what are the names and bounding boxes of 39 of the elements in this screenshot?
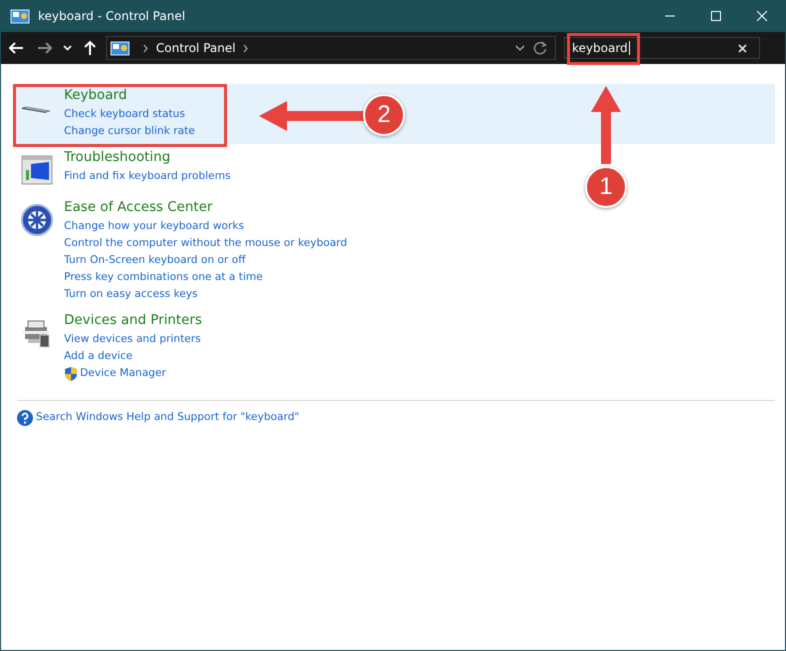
clear-icon[interactable] <box>738 44 747 52</box>
task-link[interactable]: Check keyboard status <box>64 106 186 123</box>
help-link[interactable]: Search Windows Help and Support for "keyboard" <box>36 409 300 426</box>
forward-arrow-icon <box>36 41 52 55</box>
keyboard-icon <box>21 106 51 114</box>
caret-icon <box>62 45 72 51</box>
task-link[interactable]: View devices and printers <box>64 331 201 348</box>
chevron-icon <box>242 44 249 52</box>
help-icon <box>17 410 33 426</box>
task-link[interactable]: Turn On-Screen keyboard on or off <box>64 252 246 269</box>
control-panel-icon <box>10 8 30 24</box>
address-bar[interactable]: Control Panel <box>106 36 556 60</box>
breadcrumb[interactable]: Control Panel <box>156 41 236 55</box>
task-link[interactable]: Control the computer without the mouse or keyboard <box>64 235 348 252</box>
dropdown-icon <box>515 45 525 51</box>
task-link[interactable]: Find and fix keyboard problems <box>64 168 231 185</box>
task-link[interactable]: Press key combinations one at a time <box>64 269 263 286</box>
task-link[interactable]: Turn on easy access keys <box>64 286 198 303</box>
close-icon <box>756 10 768 22</box>
step-number: 1 <box>585 166 627 208</box>
result-title[interactable]: Devices and Printers <box>64 311 202 331</box>
window-title: keyboard - Control Panel <box>38 9 186 23</box>
accessibility-icon <box>21 204 53 236</box>
maximize-icon <box>710 10 722 22</box>
task-link[interactable]: Change how your keyboard works <box>64 218 244 235</box>
result-title[interactable]: Ease of Access Center <box>64 198 348 218</box>
up-arrow-icon <box>82 40 96 56</box>
control-panel-icon <box>110 40 130 56</box>
shield-icon <box>64 366 78 382</box>
refresh-icon[interactable] <box>533 41 547 55</box>
back-arrow-icon <box>8 41 24 55</box>
task-link[interactable]: Add a device <box>64 348 133 365</box>
task-link[interactable]: Device Manager <box>80 365 166 382</box>
task-link[interactable]: Change cursor blink rate <box>64 123 195 140</box>
result-title[interactable]: Troubleshooting <box>64 148 231 168</box>
search-field[interactable]: keyboard <box>564 37 760 59</box>
monitor-icon <box>21 154 53 186</box>
result-title[interactable]: Keyboard <box>64 86 195 106</box>
chevron-icon <box>143 44 149 52</box>
